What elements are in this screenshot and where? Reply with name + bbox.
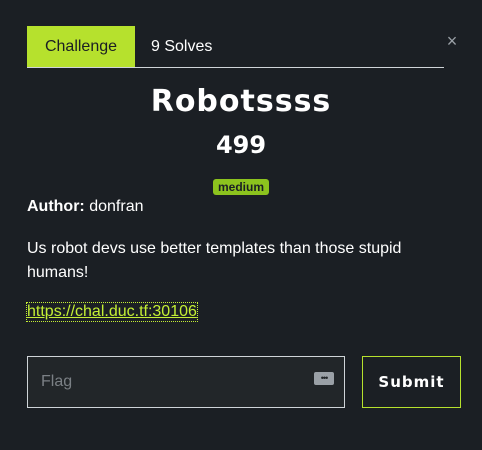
tab-solves[interactable]: 9 Solves xyxy=(151,26,212,67)
submit-button[interactable]: Submit xyxy=(362,356,461,408)
close-icon[interactable]: × xyxy=(444,32,460,50)
author-label: Author: xyxy=(27,198,85,215)
challenge-description: Us robot devs use better templates than … xyxy=(27,240,402,281)
difficulty-badge: medium xyxy=(212,179,269,195)
difficulty-badge-container: medium xyxy=(0,178,482,196)
tab-challenge-label: Challenge xyxy=(44,38,118,55)
flag-input[interactable] xyxy=(27,356,345,408)
author-line: Author: donfran xyxy=(27,198,143,216)
challenge-link[interactable]: https://chal.duc.tf:30106 xyxy=(26,302,198,322)
tab-solves-label: 9 Solves xyxy=(151,37,213,55)
challenge-points: 499 xyxy=(215,131,267,159)
key-icon[interactable]: ••• xyxy=(314,372,334,385)
tab-challenge[interactable]: Challenge xyxy=(27,26,135,67)
challenge-title: Robotssss xyxy=(150,84,332,119)
challenge-tabs: Challenge 9 Solves xyxy=(27,26,444,68)
author-name: donfran xyxy=(89,198,144,215)
